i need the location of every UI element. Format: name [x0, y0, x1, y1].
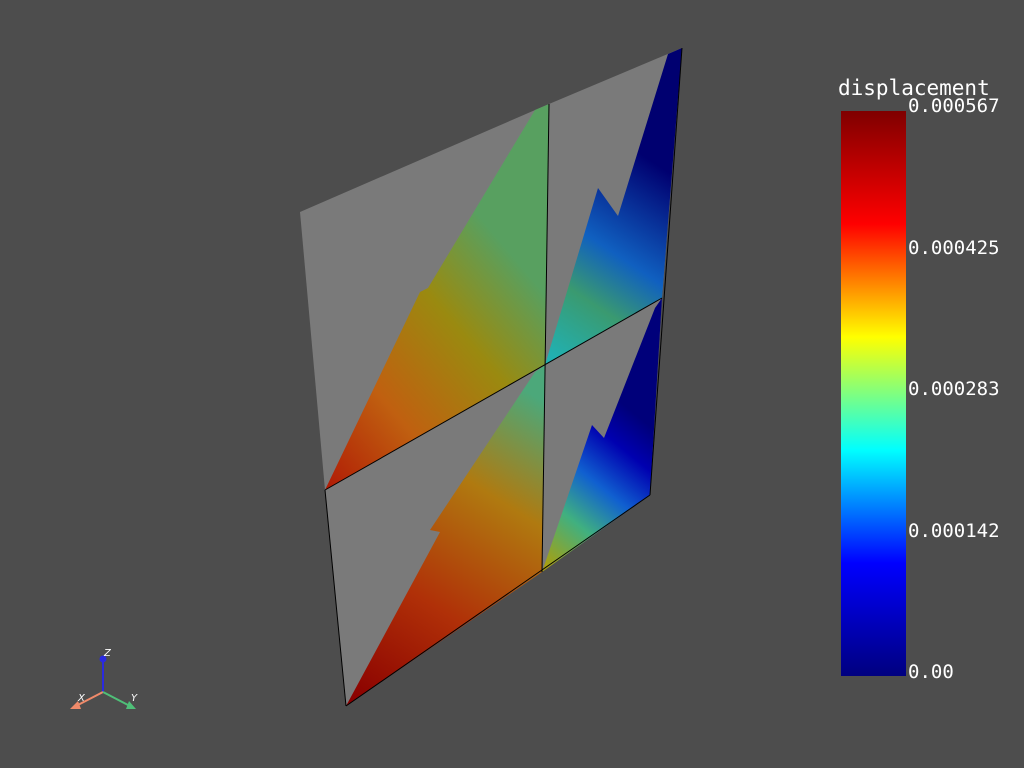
colorbar-tick-label: 0.000567: [908, 95, 1000, 117]
colorbar-tick-label: 0.000142: [908, 520, 1000, 542]
orientation-axes[interactable]: Z X Y: [70, 648, 138, 709]
colorbar-gradient: [841, 111, 906, 676]
colorbar-tick-label: 0.000425: [908, 237, 1000, 259]
z-axis-label: Z: [103, 648, 112, 659]
colorbar-tick-label: 0.000283: [908, 378, 1000, 400]
y-axis-line: [102, 691, 131, 707]
x-axis-label: X: [77, 693, 86, 704]
render-viewport[interactable]: Z X Y displacement 0.000567 0.000425 0.0…: [0, 0, 1024, 768]
colorbar-tick-label: 0.00: [908, 661, 954, 683]
y-axis-label: Y: [131, 693, 138, 704]
